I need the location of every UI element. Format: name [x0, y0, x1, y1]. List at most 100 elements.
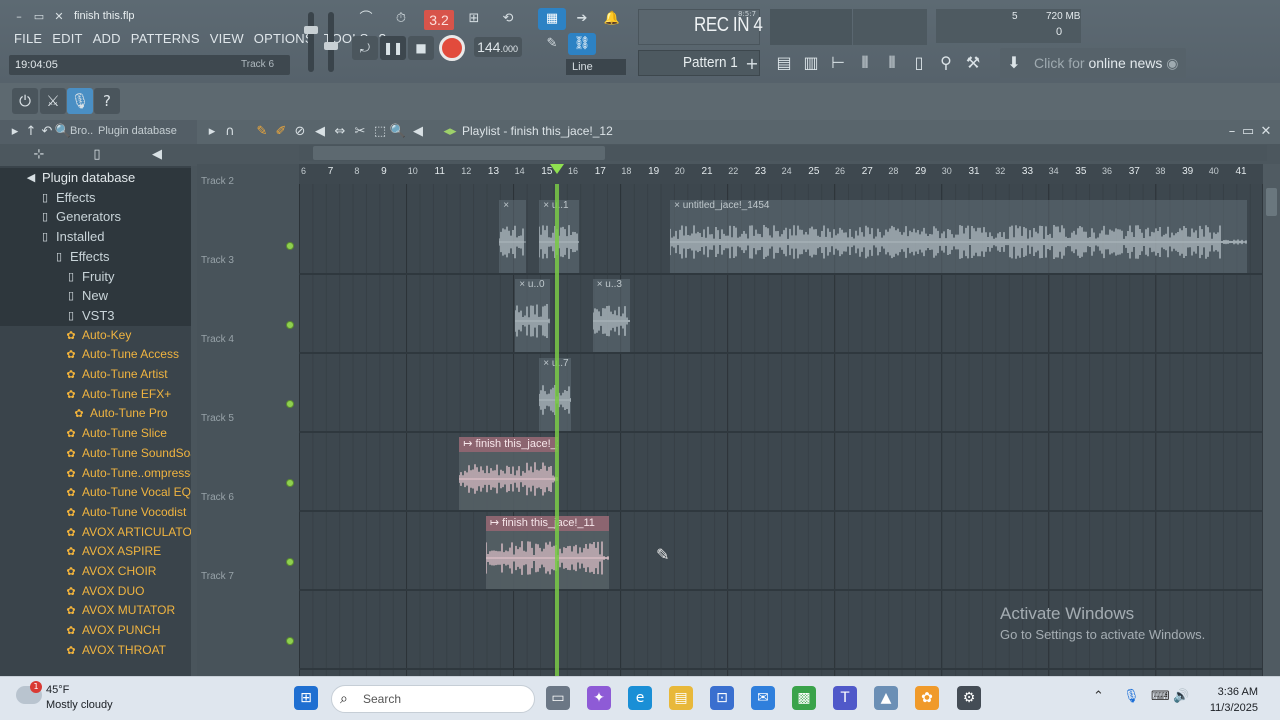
menu-patterns[interactable]: PATTERNS	[131, 31, 200, 49]
taskbar-search[interactable]: ⌕ Search	[331, 685, 535, 713]
track-enable-dot[interactable]	[286, 479, 294, 487]
mute-icon[interactable]: ◀	[311, 123, 329, 141]
volume-icon[interactable]: 🔊	[1173, 689, 1189, 704]
link-icon[interactable]: ⛓	[568, 33, 596, 55]
document-icon[interactable]: ▯	[88, 146, 106, 164]
audio-clip[interactable]: ↦ finish this_jace!_11	[485, 516, 609, 589]
zoom-icon[interactable]: 🔍	[389, 123, 407, 141]
horizontal-scrollbar[interactable]	[299, 145, 1267, 161]
chevron-up-icon[interactable]: ⌃	[1093, 689, 1104, 704]
track-label[interactable]: Track 6	[201, 492, 234, 503]
fl-studio-icon[interactable]: ✿	[915, 686, 939, 710]
master-pitch-slider[interactable]	[324, 12, 338, 72]
app-icon[interactable]: ⚙	[957, 686, 981, 710]
browser-plugin-item[interactable]: ✿ Auto-Tune Vocodist	[0, 503, 191, 523]
taskbar-clock[interactable]: 3:36 AM 11/3/2025	[1210, 684, 1258, 716]
track-enable-dot[interactable]	[286, 400, 294, 408]
browser-plugin-item[interactable]: ✿ AVOX ARTICULATOR	[0, 523, 200, 543]
piano-roll-icon[interactable]: ⊢	[826, 51, 850, 75]
file-icon[interactable]: ▯	[907, 51, 931, 75]
channel-rack-icon[interactable]: ▥	[799, 51, 823, 75]
playhead-marker[interactable]	[550, 164, 564, 174]
microphone-icon[interactable]: 🎙	[67, 88, 93, 114]
browser-plugin-item[interactable]: ✿ AVOX MUTATOR	[0, 601, 191, 621]
arrows-icon[interactable]: ◂▸	[441, 123, 459, 141]
playback-icon[interactable]: ◀	[409, 123, 427, 141]
browser-plugin-item[interactable]: ✿ Auto-Tune Slice	[0, 424, 191, 444]
tempo-display[interactable]: 144.000	[474, 37, 522, 57]
menu-add[interactable]: ADD	[93, 31, 121, 49]
audio-clip[interactable]: × u..3	[592, 279, 631, 352]
speaker-icon[interactable]: ◀	[148, 146, 166, 164]
task-view-icon[interactable]: ▭	[546, 686, 570, 710]
playlist-grid[interactable]: × × u..1 × untitled_jace!_1454 × u..0 × u..3…	[299, 184, 1263, 676]
network-icon[interactable]: ⌨	[1151, 689, 1170, 704]
download-icon[interactable]: ⬇	[1002, 51, 1026, 75]
close-icon[interactable]: ✕	[1257, 123, 1275, 141]
power-icon[interactable]: ⏻	[12, 88, 38, 114]
slip-icon[interactable]: ⇔	[331, 123, 349, 141]
track-enable-dot[interactable]	[286, 321, 294, 329]
collapse-icon[interactable]: ⊹	[30, 146, 48, 164]
browser-plugin-item[interactable]: ✿ Auto-Tune SoundSoap	[0, 444, 203, 464]
pause-button[interactable]: ❚❚	[380, 36, 406, 60]
countdown-badge[interactable]: 3.2	[424, 10, 454, 30]
snap-selector[interactable]: Line	[566, 59, 626, 75]
browser-plugin-item[interactable]: ✿ Auto-Tune..ompressor	[0, 464, 201, 484]
playlist-icon[interactable]: ▤	[772, 51, 796, 75]
copilot-icon[interactable]: ✦	[587, 686, 611, 710]
browser-plugin-item[interactable]: ✿ Auto-Tune Access	[0, 345, 191, 365]
microphone-tray-icon[interactable]: 🎙	[1123, 689, 1140, 704]
audio-clip[interactable]: × untitled_jace!_1454	[670, 200, 1247, 273]
browser-plugin-item[interactable]: ✿ Auto-Tune Pro	[0, 404, 191, 424]
menu-file[interactable]: FILE	[14, 31, 42, 49]
browser-plugin-item[interactable]: ✿ Auto-Tune Vocal EQ	[0, 483, 191, 503]
browser-folder-item[interactable]: ▯ Effects	[0, 246, 191, 267]
edge-icon[interactable]: e	[628, 686, 652, 710]
file-explorer-icon[interactable]: ▤	[669, 686, 693, 710]
stop-button[interactable]: ■	[408, 36, 434, 60]
track-label[interactable]: Track 3	[201, 255, 234, 266]
maximize-icon[interactable]: ▭	[1239, 123, 1257, 141]
browser-plugin-item[interactable]: ✿ Auto-Tune EFX+	[0, 385, 191, 405]
vertical-scroll-thumb[interactable]	[1266, 188, 1277, 216]
magnet-icon[interactable]: ∩	[221, 123, 239, 141]
track-label[interactable]: Track 7	[201, 571, 234, 582]
arrow-right-icon[interactable]: ➔	[568, 8, 596, 30]
draw-icon[interactable]: ✎	[538, 33, 566, 55]
close-icon[interactable]: ✕	[52, 10, 66, 24]
minecraft-icon[interactable]: ▩	[792, 686, 816, 710]
teams-icon[interactable]: T	[833, 686, 857, 710]
browser-folder-item[interactable]: ▯ Effects	[0, 187, 191, 208]
browser-plugin-item[interactable]: ✿ AVOX PUNCH	[0, 621, 191, 641]
wait-record-icon[interactable]: ⏱	[387, 8, 415, 30]
weather-widget[interactable]: 45°F Mostly cloudy	[46, 683, 113, 713]
menu-edit[interactable]: EDIT	[52, 31, 82, 49]
mail-icon[interactable]: ✉	[751, 686, 775, 710]
browser-folder-item[interactable]: ▯ Generators	[0, 207, 191, 228]
playhead[interactable]	[555, 184, 559, 676]
step-edit-icon[interactable]: ⊞	[460, 8, 488, 30]
track-label[interactable]: Track 2	[201, 176, 234, 187]
paint-icon[interactable]: ✐	[272, 123, 290, 141]
loop-record-icon[interactable]: ⟲	[494, 8, 522, 30]
browser-folder-item[interactable]: ▯ Fruity	[0, 266, 191, 287]
browser-tab-short[interactable]: Bro..	[70, 125, 93, 137]
pattern-label[interactable]: Pattern 1	[683, 54, 738, 71]
track-enable-dot[interactable]	[286, 558, 294, 566]
slice-icon[interactable]: ✂	[351, 123, 369, 141]
browser-folder-item[interactable]: ▯ VST3	[0, 305, 191, 326]
arrow-right-icon[interactable]: ▸	[203, 123, 221, 141]
browser-plugin-item[interactable]: ✿ AVOX ASPIRE	[0, 542, 191, 562]
pencil-icon[interactable]: ✎	[253, 123, 271, 141]
vertical-scrollbar[interactable]	[1263, 164, 1280, 676]
track-enable-dot[interactable]	[286, 242, 294, 250]
bell-icon[interactable]: 🔔	[598, 8, 626, 30]
track-enable-dot[interactable]	[286, 637, 294, 645]
maximize-icon[interactable]: ▭	[32, 10, 46, 24]
timeline-ruler[interactable]: 6 7 8 9 10 11 12 13 14 15 16 17 18 19 20 21 22 23 24 25 26 27…	[299, 164, 1265, 184]
horizontal-scroll-thumb[interactable]	[313, 146, 605, 160]
tempo-tap-icon[interactable]: ⚒	[961, 51, 985, 75]
menu-view[interactable]: VIEW	[210, 31, 244, 49]
record-button[interactable]	[439, 35, 465, 61]
